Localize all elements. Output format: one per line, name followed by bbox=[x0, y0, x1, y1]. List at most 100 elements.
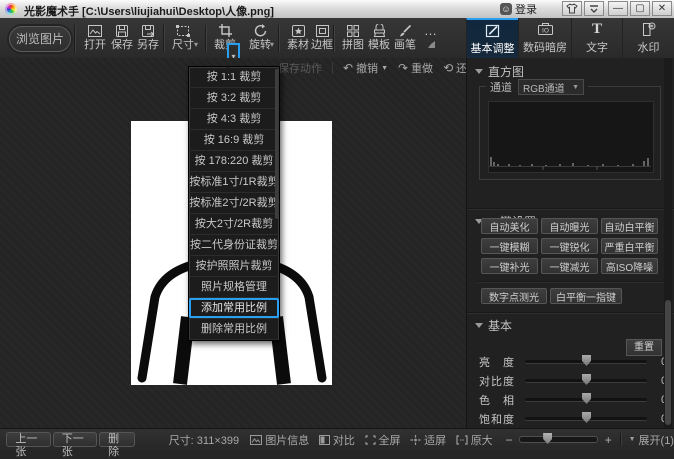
collapse-button[interactable] bbox=[584, 1, 604, 16]
next-image-button[interactable]: 下一张 bbox=[53, 432, 97, 447]
main-toolbar: 浏览图片 打开 保存 另存 尺寸 ▾ 裁剪 ▾ 旋转 ▾ 素材 边框 拼图 bbox=[0, 18, 674, 59]
slider-thumb[interactable] bbox=[582, 412, 591, 423]
channel-select[interactable]: RGB通道 ▼ bbox=[518, 79, 584, 95]
maximize-button[interactable]: ▢ bbox=[630, 1, 650, 16]
window-title: 光影魔术手 [C:\Users\liujiahui\Desktop\人像.png… bbox=[24, 3, 274, 19]
compare-button[interactable]: 对比 bbox=[319, 432, 355, 448]
reset-button[interactable]: 重置 bbox=[626, 339, 662, 356]
panel-scrollbar-thumb[interactable] bbox=[665, 300, 671, 425]
camera-icon: IO bbox=[537, 21, 554, 37]
menu-item-spec-manage[interactable]: 照片规格管理 bbox=[189, 277, 279, 298]
menu-item-crop-std-2in[interactable]: 按标准2寸/2R裁剪 bbox=[189, 193, 279, 214]
one-click-grid: 自动美化 自动曝光 自动白平衡 一键模糊 一键锐化 严重白平衡 一键补光 一键减… bbox=[481, 218, 658, 274]
undo-dropdown-arrow[interactable]: ▼ bbox=[381, 65, 388, 72]
menu-item-crop-id-card[interactable]: 按二代身份证裁剪 bbox=[189, 235, 279, 256]
more-tools-button[interactable]: … bbox=[414, 22, 448, 55]
zoom-slider-thumb[interactable] bbox=[543, 433, 552, 444]
rotate-dropdown-arrow[interactable]: ▾ bbox=[270, 40, 274, 49]
login-button[interactable]: ☺ 登录 bbox=[500, 1, 537, 17]
rotate-icon bbox=[253, 22, 268, 39]
skin-button[interactable] bbox=[562, 1, 582, 16]
slider-thumb[interactable] bbox=[582, 393, 591, 404]
user-smiley-icon: ☺ bbox=[500, 3, 512, 15]
size-dropdown-arrow[interactable]: ▾ bbox=[194, 40, 198, 49]
template-icon bbox=[372, 22, 387, 39]
chevron-down-icon: ▼ bbox=[572, 84, 579, 91]
more-corner-triangle-icon bbox=[428, 41, 435, 48]
histogram-groupbox: 通道 RGB通道 ▼ bbox=[479, 86, 661, 180]
menu-item-crop-passport[interactable]: 按护照照片裁剪 bbox=[189, 256, 279, 277]
collapse-triangle-icon bbox=[475, 69, 483, 78]
slider-thumb[interactable] bbox=[582, 355, 591, 366]
previous-image-button[interactable]: 上一张 bbox=[6, 432, 50, 447]
slider-thumb[interactable] bbox=[582, 374, 591, 385]
histogram-section-header[interactable]: 直方图 bbox=[467, 63, 674, 79]
menu-item-crop-3-2[interactable]: 按 3:2 裁剪 bbox=[189, 88, 279, 109]
one-click-sharpen-button[interactable]: 一键锐化 bbox=[541, 238, 598, 254]
menu-scrollbar[interactable] bbox=[275, 69, 278, 219]
rotate-button[interactable]: 旋转 bbox=[243, 22, 277, 55]
redo-button[interactable]: ↷ 重做 bbox=[398, 60, 433, 76]
hue-row: 色 相 0 bbox=[467, 392, 674, 408]
fit-screen-button[interactable]: 适屏 bbox=[410, 432, 446, 448]
save-as-icon bbox=[141, 22, 156, 39]
undo-icon: ↶ bbox=[343, 61, 353, 75]
zoom-in-button[interactable]: + bbox=[605, 433, 612, 447]
tab-digital-darkroom[interactable]: IO 数码暗房 bbox=[518, 18, 571, 58]
menu-item-crop-std-1in[interactable]: 按标准1寸/1R裁剪 bbox=[189, 172, 279, 193]
severe-white-balance-button[interactable]: 严重白平衡 bbox=[601, 238, 658, 254]
menu-item-add-ratio[interactable]: 添加常用比例 bbox=[189, 298, 279, 319]
save-action-button[interactable]: 保存动作 bbox=[278, 60, 322, 76]
menu-item-crop-178-220[interactable]: 按 178:220 裁剪 bbox=[189, 151, 279, 172]
close-button[interactable]: ✕ bbox=[652, 1, 672, 16]
compare-icon bbox=[319, 435, 330, 445]
crop-icon bbox=[218, 22, 233, 39]
redo-icon: ↷ bbox=[398, 61, 408, 75]
menu-item-crop-big-2in[interactable]: 按大2寸/2R裁剪 bbox=[189, 214, 279, 235]
white-balance-one-key-button[interactable]: 白平衡一指键 bbox=[550, 288, 622, 304]
saturation-slider[interactable] bbox=[525, 417, 647, 421]
zoom-out-button[interactable]: − bbox=[505, 433, 512, 447]
auto-white-balance-button[interactable]: 自动白平衡 bbox=[601, 218, 658, 234]
more-icon: … bbox=[424, 22, 438, 39]
fullscreen-button[interactable]: 全屏 bbox=[365, 432, 401, 448]
contrast-slider[interactable] bbox=[525, 379, 647, 383]
digital-spot-metering-button[interactable]: 数字点测光 bbox=[481, 288, 547, 304]
histogram-plot bbox=[488, 101, 654, 173]
undo-button[interactable]: ↶ 撤销 ▼ bbox=[343, 60, 388, 76]
expand-button[interactable]: ▼ 展开(1) bbox=[629, 432, 674, 448]
menu-item-crop-16-9[interactable]: 按 16:9 裁剪 bbox=[189, 130, 279, 151]
basic-section-header[interactable]: 基本 bbox=[467, 317, 674, 333]
auto-beautify-button[interactable]: 自动美化 bbox=[481, 218, 538, 234]
minimize-button[interactable]: — bbox=[608, 1, 628, 16]
original-size-button[interactable]: 原大 bbox=[456, 432, 493, 448]
browse-images-button[interactable]: 浏览图片 bbox=[9, 26, 71, 52]
saturation-row: 饱和度 0 bbox=[467, 411, 674, 427]
tab-basic-adjust[interactable]: 基本调整 bbox=[466, 18, 518, 58]
image-info-button[interactable]: 图片信息 bbox=[250, 432, 309, 448]
brightness-slider[interactable] bbox=[525, 360, 647, 364]
frame-icon bbox=[315, 22, 330, 39]
brightness-row: 亮 度 0 bbox=[467, 354, 674, 370]
crop-ratio-menu: 按 1:1 裁剪 按 3:2 裁剪 按 4:3 裁剪 按 16:9 裁剪 按 1… bbox=[188, 66, 280, 341]
tab-text[interactable]: T 文字 bbox=[571, 18, 622, 58]
auto-exposure-button[interactable]: 自动曝光 bbox=[541, 218, 598, 234]
metering-row: 数字点测光 白平衡一指键 bbox=[481, 288, 622, 304]
hue-slider[interactable] bbox=[525, 398, 647, 402]
reduce-light-button[interactable]: 一键减光 bbox=[541, 258, 598, 274]
size-icon bbox=[175, 22, 191, 39]
save-as-button[interactable]: 另存 bbox=[131, 22, 165, 55]
fill-light-button[interactable]: 一键补光 bbox=[481, 258, 538, 274]
zoom-slider[interactable] bbox=[519, 436, 599, 443]
menu-item-crop-1-1[interactable]: 按 1:1 裁剪 bbox=[189, 67, 279, 88]
one-click-blur-button[interactable]: 一键模糊 bbox=[481, 238, 538, 254]
size-button[interactable]: 尺寸 bbox=[166, 22, 200, 55]
brush-icon bbox=[398, 22, 412, 39]
high-iso-denoise-button[interactable]: 高ISO降噪 bbox=[601, 258, 658, 274]
tab-watermark[interactable]: 水印 bbox=[622, 18, 674, 58]
fit-screen-icon bbox=[410, 435, 421, 445]
menu-item-crop-4-3[interactable]: 按 4:3 裁剪 bbox=[189, 109, 279, 130]
delete-image-button[interactable]: 删除 bbox=[99, 432, 135, 447]
menu-item-delete-ratio[interactable]: 删除常用比例 bbox=[189, 319, 279, 340]
edit-square-icon bbox=[485, 22, 500, 38]
